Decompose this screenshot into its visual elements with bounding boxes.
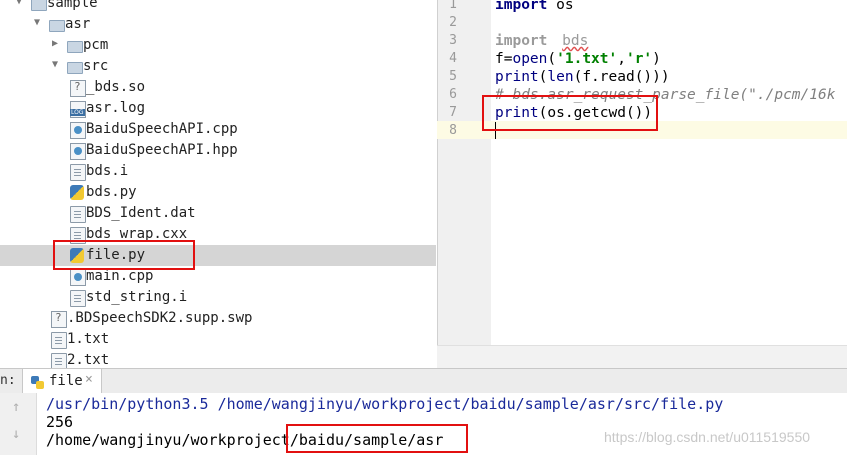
tree-item-label: _bds.so [86,79,146,95]
log-file-icon [70,101,86,118]
tree-item[interactable]: BaiduSpeechAPI.cpp [0,119,436,140]
tree-item-label: sample [47,0,98,11]
tree-item[interactable]: BaiduSpeechAPI.hpp [0,140,436,161]
line-number: 8 [449,123,457,138]
tree-item-label: pcm [83,37,109,53]
tree-item-label: BaiduSpeechAPI.cpp [86,121,238,137]
tree-item-label: src [83,58,109,74]
tree-item[interactable]: 2.txt [0,350,436,368]
doc-file-icon [70,206,86,223]
py-file-icon [70,185,84,200]
expand-arrow-icon[interactable]: ▼ [52,59,62,70]
console-toolbar: ↑ ↓ [0,393,37,455]
code-line-5[interactable]: print(len(f.read())) [495,68,670,86]
project-tree: ▼sample▼asr▶pcm▼src_bds.soasr.logBaiduSp… [0,0,436,368]
expand-arrow-icon[interactable]: ▼ [16,0,26,7]
tree-item-label: BDS_Ident.dat [86,205,196,221]
collapse-arrow-icon[interactable]: ▶ [52,38,62,49]
tree-item[interactable]: bds.py [0,182,436,203]
scroll-up-icon[interactable]: ↑ [12,399,20,415]
tree-item-label: 2.txt [67,352,110,368]
tree-item-label: asr [65,16,91,32]
folder-icon [31,0,47,11]
console-line-output: 256 [46,413,74,431]
doc-file-icon [51,353,67,368]
run-tab-label: file [49,373,83,389]
tree-item[interactable]: 1.txt [0,329,436,350]
tree-item-label: bds.i [86,163,129,179]
line-number: 7 [449,105,457,120]
tree-item[interactable]: std_string.i [0,287,436,308]
so-file-icon [70,80,86,97]
python-file-icon [31,374,44,389]
cpp-file-icon [70,269,86,286]
code-line-1[interactable]: import os [495,0,574,14]
line-number: 6 [449,87,457,102]
tree-item[interactable]: asr.log [0,98,436,119]
console-line-command: /usr/bin/python3.5 /home/wangjinyu/workp… [46,395,724,413]
doc-file-icon [70,164,86,181]
tree-item[interactable]: bds.i [0,161,436,182]
line-number: 1 [449,0,457,12]
cpp-file-icon [70,143,86,160]
tree-item-label: bds.py [86,184,137,200]
run-tool-bar: n: file × [0,368,847,394]
so-file-icon [51,311,67,328]
tree-item-label: std_string.i [86,289,188,305]
highlight-box-cwd-output [286,424,468,453]
editor-footer [437,345,847,369]
run-label: n: [0,373,16,388]
code-line-3[interactable]: import bds [495,32,588,50]
line-number: 5 [449,69,457,84]
code-line-4[interactable]: f=open('1.txt','r') [495,50,661,68]
tree-item-label: 1.txt [67,331,110,347]
expand-arrow-icon[interactable]: ▼ [34,17,44,28]
folder-icon [67,62,83,74]
run-tab-file[interactable]: file × [22,369,102,393]
tree-item-label: .BDSpeechSDK2.supp.swp [67,310,253,326]
folder-icon [49,20,65,32]
line-number: 2 [449,15,457,30]
tree-item-label: BaiduSpeechAPI.hpp [86,142,238,158]
doc-file-icon [70,290,86,307]
doc-file-icon [51,332,67,349]
tree-item[interactable]: ▼ sample [0,0,436,14]
scroll-down-icon[interactable]: ↓ [12,426,20,442]
tree-item[interactable]: ▼ src [0,56,436,77]
tree-item[interactable]: ▼ asr [0,14,436,35]
line-number: 3 [449,33,457,48]
highlight-box-file-py [53,240,195,270]
cpp-file-icon [70,122,86,139]
watermark: https://blog.csdn.net/u011519550 [604,429,811,445]
close-icon[interactable]: × [85,372,93,387]
highlight-box-getcwd [482,95,658,131]
tree-item[interactable]: ▶ pcm [0,35,436,56]
tree-item[interactable]: .BDSpeechSDK2.supp.swp [0,308,436,329]
folder-icon [67,41,83,53]
tree-item[interactable]: _bds.so [0,77,436,98]
tree-item[interactable]: BDS_Ident.dat [0,203,436,224]
tree-item-label: asr.log [86,100,146,116]
line-number: 4 [449,51,457,66]
